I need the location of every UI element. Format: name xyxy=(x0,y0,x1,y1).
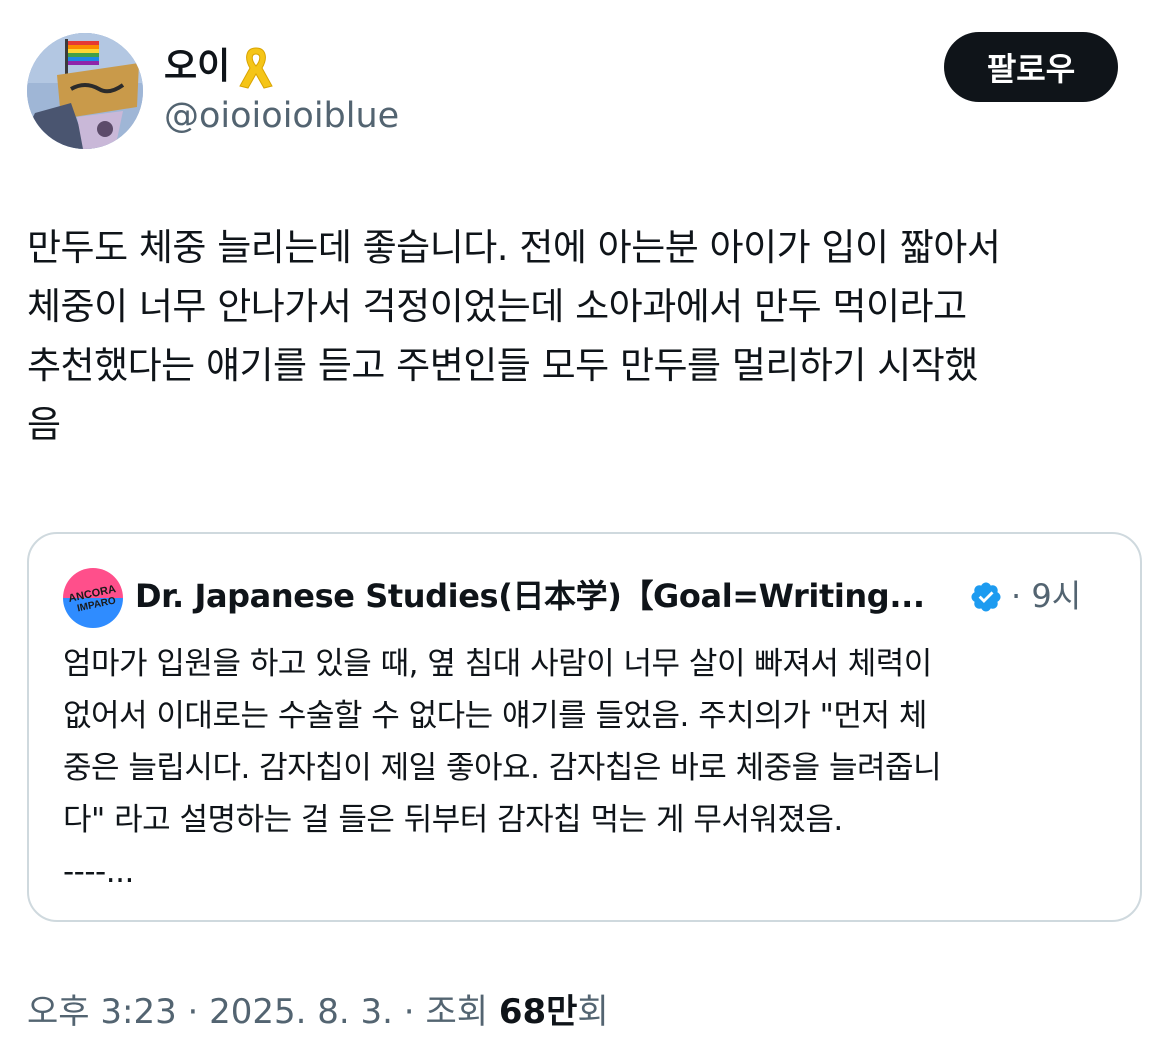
tweet-time[interactable]: 오후 3:23 xyxy=(27,992,177,1032)
tweet-text: 만두도 체중 늘리는데 좋습니다. 전에 아는분 아이가 입이 짧아서 체중이 … xyxy=(27,218,1142,454)
tweet-text-line: 추천했다는 얘기를 듣고 주변인들 모두 만두를 멀리하기 시작했 xyxy=(27,344,978,387)
verified-badge-icon xyxy=(971,582,1001,612)
tweet-date[interactable]: 2025. 8. 3. xyxy=(209,992,393,1032)
tweet-text-line: 체중이 너무 안나가서 걱정이었는데 소아과에서 만두 먹이라고 xyxy=(27,285,967,328)
author-handle[interactable]: @oioioioiblue xyxy=(164,94,399,138)
views-number: 68 xyxy=(498,992,547,1032)
yellow-ribbon-icon xyxy=(239,47,274,89)
meta-separator: · xyxy=(176,992,210,1032)
quoted-text-line: 다" 라고 설명하는 걸 들은 뒤부터 감자칩 먹는 게 무서워졌음. xyxy=(63,802,843,838)
quoted-text-line: 엄마가 입원을 하고 있을 때, 옆 침대 사람이 너무 살이 빠져서 체력이 xyxy=(63,646,932,682)
meta-separator: · xyxy=(393,992,426,1032)
quoted-text-line: 없어서 이대로는 수술할 수 없다는 얘기를 들었음. 주치의가 "먼저 체 xyxy=(63,698,927,734)
avatar-image xyxy=(27,33,143,149)
tweet-text-line: 음 xyxy=(27,403,61,446)
quoted-text-line: 중은 늘립시다. 감자칩이 제일 좋아요. 감자칩은 바로 체중을 늘려줍니 xyxy=(63,750,942,786)
quoted-tweet-text: 엄마가 입원을 하고 있을 때, 옆 침대 사람이 너무 살이 빠져서 체력이 … xyxy=(63,638,1113,898)
quoted-text-line: ----... xyxy=(63,854,134,890)
author-name[interactable]: 오이 xyxy=(164,44,276,90)
views-label: 조회 xyxy=(425,992,499,1032)
tweet-text-line: 만두도 체중 늘리는데 좋습니다. 전에 아는분 아이가 입이 짧아서 xyxy=(27,226,1001,269)
tweet-detail: 오이 @oioioioiblue 팔로우 만두도 체중 늘리는데 좋습니다. 전… xyxy=(0,0,1170,1064)
quoted-tweet-card[interactable]: ANCORA IMPARO Dr. Japanese Studies(日本学)【… xyxy=(27,532,1142,922)
tweet-meta: 오후 3:23 · 2025. 8. 3. · 조회 68만회 xyxy=(27,988,609,1036)
quoted-tweet-time[interactable]: · 9시 xyxy=(1011,572,1081,620)
quoted-author-avatar[interactable]: ANCORA IMPARO xyxy=(63,568,123,628)
author-display-name: 오이 xyxy=(164,46,231,87)
views-suffix: 회 xyxy=(577,992,609,1032)
follow-button[interactable]: 팔로우 xyxy=(944,32,1118,102)
quoted-avatar-image: ANCORA IMPARO xyxy=(63,568,123,628)
views-unit: 만 xyxy=(546,992,578,1032)
quoted-author-name[interactable]: Dr. Japanese Studies(日本学)【Goal=Writing..… xyxy=(135,572,925,620)
author-avatar[interactable] xyxy=(27,33,143,149)
views-count: 68만 xyxy=(499,992,578,1032)
